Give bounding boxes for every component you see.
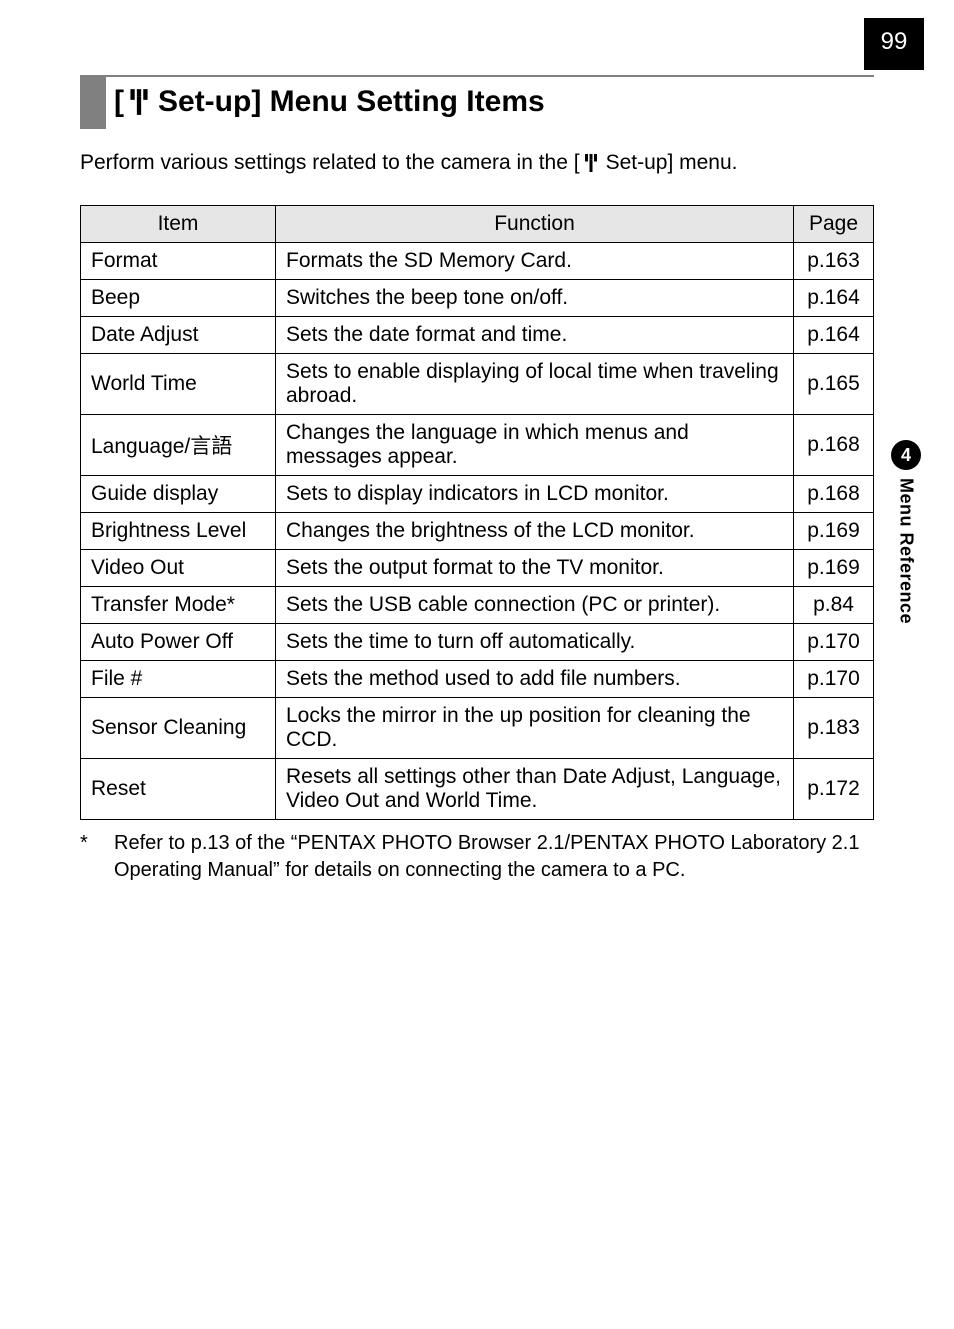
- header-function: Function: [276, 206, 794, 243]
- cell-function: Sets the output format to the TV monitor…: [276, 550, 794, 587]
- table-row: Language/言語Changes the language in which…: [81, 415, 874, 476]
- table-row: Sensor CleaningLocks the mirror in the u…: [81, 698, 874, 759]
- cell-function: Sets the USB cable connection (PC or pri…: [276, 587, 794, 624]
- chapter-number-badge: 4: [891, 440, 921, 470]
- cell-page: p.164: [794, 280, 874, 317]
- cell-item: File #: [81, 661, 276, 698]
- table-row: File #Sets the method used to add file n…: [81, 661, 874, 698]
- table-row: ResetResets all settings other than Date…: [81, 759, 874, 820]
- footnote-marker: *: [80, 830, 114, 884]
- section-heading: [ Set-up] Menu Setting Items: [80, 75, 874, 129]
- cell-item: Brightness Level: [81, 513, 276, 550]
- cell-function: Sets to enable displaying of local time …: [276, 354, 794, 415]
- table-row: Brightness LevelChanges the brightness o…: [81, 513, 874, 550]
- cell-item: Auto Power Off: [81, 624, 276, 661]
- intro-after: Set-up] menu.: [606, 151, 738, 175]
- cell-function: Sets the method used to add file numbers…: [276, 661, 794, 698]
- page-number: 99: [864, 18, 924, 70]
- cell-page: p.164: [794, 317, 874, 354]
- table-row: FormatFormats the SD Memory Card.p.163: [81, 243, 874, 280]
- cell-page: p.169: [794, 513, 874, 550]
- side-tab: 4 Menu Reference: [888, 440, 924, 624]
- table-row: Guide displaySets to display indicators …: [81, 476, 874, 513]
- cell-page: p.84: [794, 587, 874, 624]
- table-row: Auto Power OffSets the time to turn off …: [81, 624, 874, 661]
- cell-item: Video Out: [81, 550, 276, 587]
- cell-page: p.172: [794, 759, 874, 820]
- table-header-row: Item Function Page: [81, 206, 874, 243]
- cell-function: Sets to display indicators in LCD monito…: [276, 476, 794, 513]
- cell-item: Reset: [81, 759, 276, 820]
- cell-function: Formats the SD Memory Card.: [276, 243, 794, 280]
- cell-item: Format: [81, 243, 276, 280]
- table-row: Video OutSets the output format to the T…: [81, 550, 874, 587]
- heading-text: [ Set-up] Menu Setting Items: [114, 77, 545, 129]
- footnote: * Refer to p.13 of the “PENTAX PHOTO Bro…: [80, 830, 874, 884]
- cell-function: Locks the mirror in the up position for …: [276, 698, 794, 759]
- cell-page: p.168: [794, 476, 874, 513]
- cell-function: Sets the date format and time.: [276, 317, 794, 354]
- table-row: Date AdjustSets the date format and time…: [81, 317, 874, 354]
- cell-item: World Time: [81, 354, 276, 415]
- table-row: BeepSwitches the beep tone on/off.p.164: [81, 280, 874, 317]
- footnote-text: Refer to p.13 of the “PENTAX PHOTO Brows…: [114, 830, 874, 884]
- cell-function: Changes the brightness of the LCD monito…: [276, 513, 794, 550]
- header-page: Page: [794, 206, 874, 243]
- cell-function: Switches the beep tone on/off.: [276, 280, 794, 317]
- cell-page: p.165: [794, 354, 874, 415]
- cell-item: Date Adjust: [81, 317, 276, 354]
- cell-item: Beep: [81, 280, 276, 317]
- cell-page: p.168: [794, 415, 874, 476]
- header-item: Item: [81, 206, 276, 243]
- setup-icon: [582, 152, 600, 174]
- table-row: Transfer Mode*Sets the USB cable connect…: [81, 587, 874, 624]
- heading-bracket: [: [114, 85, 124, 119]
- cell-page: p.163: [794, 243, 874, 280]
- setup-icon: [126, 87, 152, 117]
- cell-item: Transfer Mode*: [81, 587, 276, 624]
- side-tab-label: Menu Reference: [896, 478, 917, 624]
- cell-function: Sets the time to turn off automatically.: [276, 624, 794, 661]
- settings-table: Item Function Page FormatFormats the SD …: [80, 205, 874, 820]
- cell-item: Language/言語: [81, 415, 276, 476]
- cell-page: p.170: [794, 661, 874, 698]
- cell-page: p.170: [794, 624, 874, 661]
- cell-item: Guide display: [81, 476, 276, 513]
- cell-function: Changes the language in which menus and …: [276, 415, 794, 476]
- table-row: World TimeSets to enable displaying of l…: [81, 354, 874, 415]
- cell-page: p.169: [794, 550, 874, 587]
- page-content: [ Set-up] Menu Setting Items Perform var…: [0, 0, 954, 884]
- cell-page: p.183: [794, 698, 874, 759]
- heading-title: Set-up] Menu Setting Items: [158, 85, 545, 119]
- cell-item: Sensor Cleaning: [81, 698, 276, 759]
- heading-accent-bar: [80, 77, 106, 129]
- intro-text: Perform various settings related to the …: [80, 151, 874, 175]
- cell-function: Resets all settings other than Date Adju…: [276, 759, 794, 820]
- intro-before: Perform various settings related to the …: [80, 151, 580, 175]
